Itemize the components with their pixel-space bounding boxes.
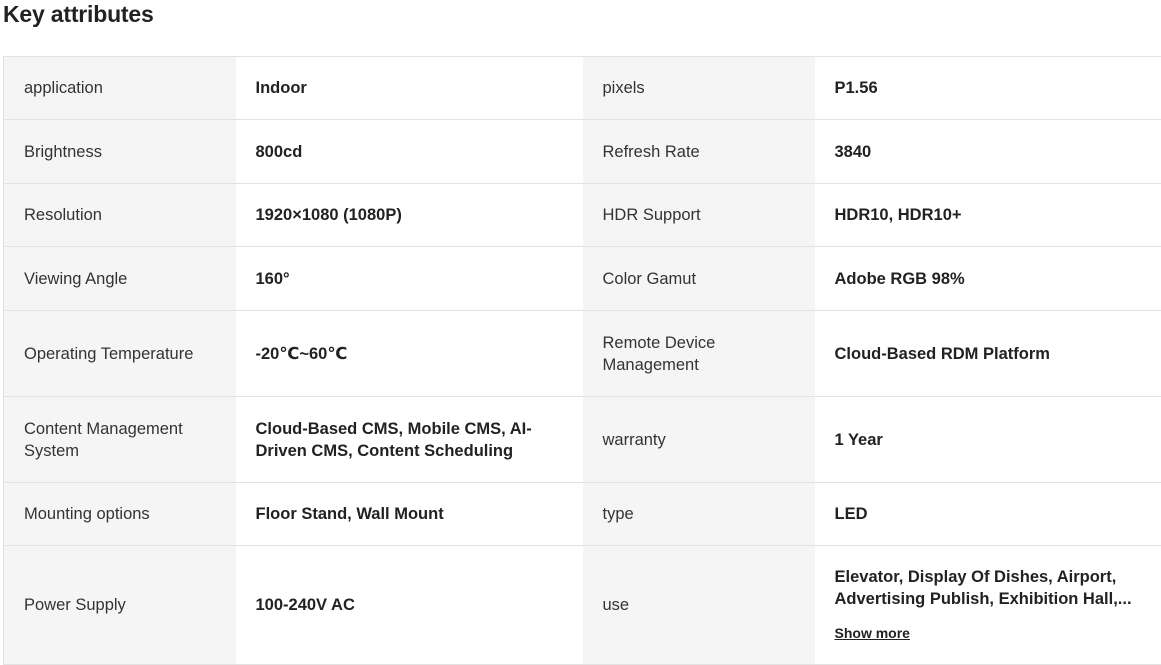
attribute-value-cell: Elevator, Display Of Dishes, Airport, Ad… (815, 546, 1161, 665)
attribute-label: Mounting options (4, 483, 236, 546)
table-row: Power Supply 100-240V AC use Elevator, D… (4, 546, 1161, 665)
attribute-label: Content Management System (4, 397, 236, 483)
attribute-value: 1920×1080 (1080P) (236, 184, 583, 247)
show-more-link[interactable]: Show more (835, 622, 910, 644)
attribute-value: Floor Stand, Wall Mount (236, 483, 583, 546)
attribute-label: Remote Device Management (583, 311, 815, 397)
table-row: Resolution 1920×1080 (1080P) HDR Support… (4, 184, 1161, 247)
attribute-label: Viewing Angle (4, 247, 236, 311)
attribute-label: Color Gamut (583, 247, 815, 311)
attribute-value: Adobe RGB 98% (815, 247, 1161, 311)
attribute-value: HDR10, HDR10+ (815, 184, 1161, 247)
table-row: application Indoor pixels P1.56 (4, 57, 1161, 120)
attribute-label: Refresh Rate (583, 120, 815, 184)
table-row: Content Management System Cloud-Based CM… (4, 397, 1161, 483)
attribute-value: Elevator, Display Of Dishes, Airport, Ad… (835, 566, 1142, 610)
attribute-value: Indoor (236, 57, 583, 120)
attribute-value: P1.56 (815, 57, 1161, 120)
attribute-value: 100-240V AC (236, 546, 583, 665)
attribute-label: Operating Temperature (4, 311, 236, 397)
attribute-value: Cloud-Based RDM Platform (815, 311, 1161, 397)
attribute-value: 160° (236, 247, 583, 311)
attribute-value: 3840 (815, 120, 1161, 184)
attribute-label: Brightness (4, 120, 236, 184)
attribute-label: type (583, 483, 815, 546)
attribute-value: 800cd (236, 120, 583, 184)
attribute-label: application (4, 57, 236, 120)
attribute-value: Cloud-Based CMS, Mobile CMS, AI-Driven C… (236, 397, 583, 483)
attribute-label: use (583, 546, 815, 665)
attribute-label: warranty (583, 397, 815, 483)
table-row: Operating Temperature -20℃~60℃ Remote De… (4, 311, 1161, 397)
attribute-label: Power Supply (4, 546, 236, 665)
attribute-label: pixels (583, 57, 815, 120)
attributes-table: application Indoor pixels P1.56 Brightne… (3, 56, 1161, 665)
attribute-label: Resolution (4, 184, 236, 247)
attribute-value: LED (815, 483, 1161, 546)
attribute-value: 1 Year (815, 397, 1161, 483)
section-title: Key attributes (3, 0, 154, 28)
attribute-value: -20℃~60℃ (236, 311, 583, 397)
attribute-label: HDR Support (583, 184, 815, 247)
table-row: Viewing Angle 160° Color Gamut Adobe RGB… (4, 247, 1161, 311)
table-row: Brightness 800cd Refresh Rate 3840 (4, 120, 1161, 184)
table-row: Mounting options Floor Stand, Wall Mount… (4, 483, 1161, 546)
